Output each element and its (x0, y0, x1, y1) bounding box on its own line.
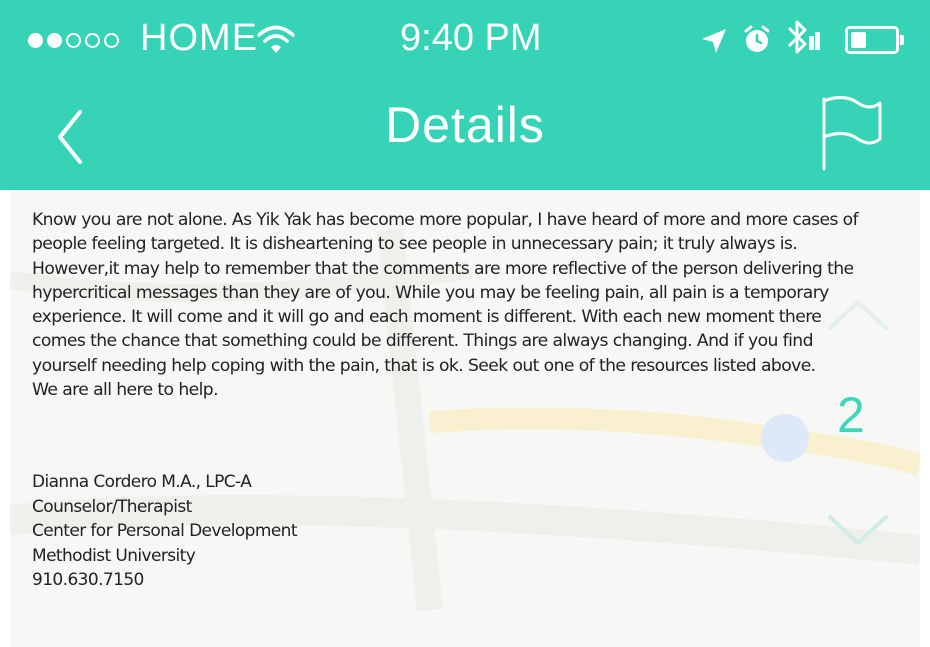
location-icon (700, 27, 728, 60)
signature-institution: Methodist University (32, 545, 196, 566)
alarm-icon (742, 24, 772, 61)
message-line: hypercritical messages than they are of … (32, 282, 829, 303)
signal-dot (28, 33, 43, 48)
message-line: people feeling targeted. It is dishearte… (32, 234, 798, 255)
signal-dot (104, 33, 119, 48)
carrier-name: HOME (140, 17, 258, 59)
page-title: Details (385, 97, 545, 153)
signature-phone: 910.630.7150 (32, 570, 144, 590)
message-line: Know you are not alone. As Yik Yak has b… (32, 210, 859, 230)
signal-dot (47, 33, 62, 48)
message-line: However,it may help to remember that the… (32, 258, 854, 279)
post-message: Know you are not alone. As Yik Yak has b… (32, 208, 920, 402)
vote-count: 2 (837, 387, 865, 443)
message-line: experience. It will come and it will go … (32, 307, 822, 328)
message-line: We are all here to help. (32, 380, 219, 401)
signal-dot (85, 33, 100, 48)
signal-dot (66, 33, 81, 48)
post-detail: Know you are not alone. As Yik Yak has b… (10, 190, 920, 647)
status-time: 9:40 PM (400, 17, 542, 59)
message-line: yourself needing help coping with the pa… (32, 355, 816, 376)
battery-level (851, 32, 866, 48)
signature: Dianna Cordero M.A., LPC-A Counselor/The… (32, 470, 298, 593)
status-bar: HOME 9:40 PM (0, 0, 930, 84)
app-header: HOME 9:40 PM Details (0, 0, 930, 190)
battery-tip (900, 35, 904, 45)
message-line: comes the chance that something could be… (32, 331, 814, 352)
signature-name: Dianna Cordero M.A., LPC-A (32, 472, 252, 492)
battery-icon (845, 26, 899, 54)
signature-organization: Center for Personal Development (32, 521, 298, 541)
signature-title: Counselor/Therapist (32, 496, 192, 517)
navigation-bar: Details (0, 84, 930, 190)
signal-strength-icon (28, 33, 119, 48)
bluetooth-icon (785, 18, 821, 67)
wifi-icon (256, 24, 296, 61)
flag-icon (822, 96, 882, 171)
downvote-button[interactable] (818, 505, 898, 555)
report-button[interactable] (810, 89, 890, 179)
